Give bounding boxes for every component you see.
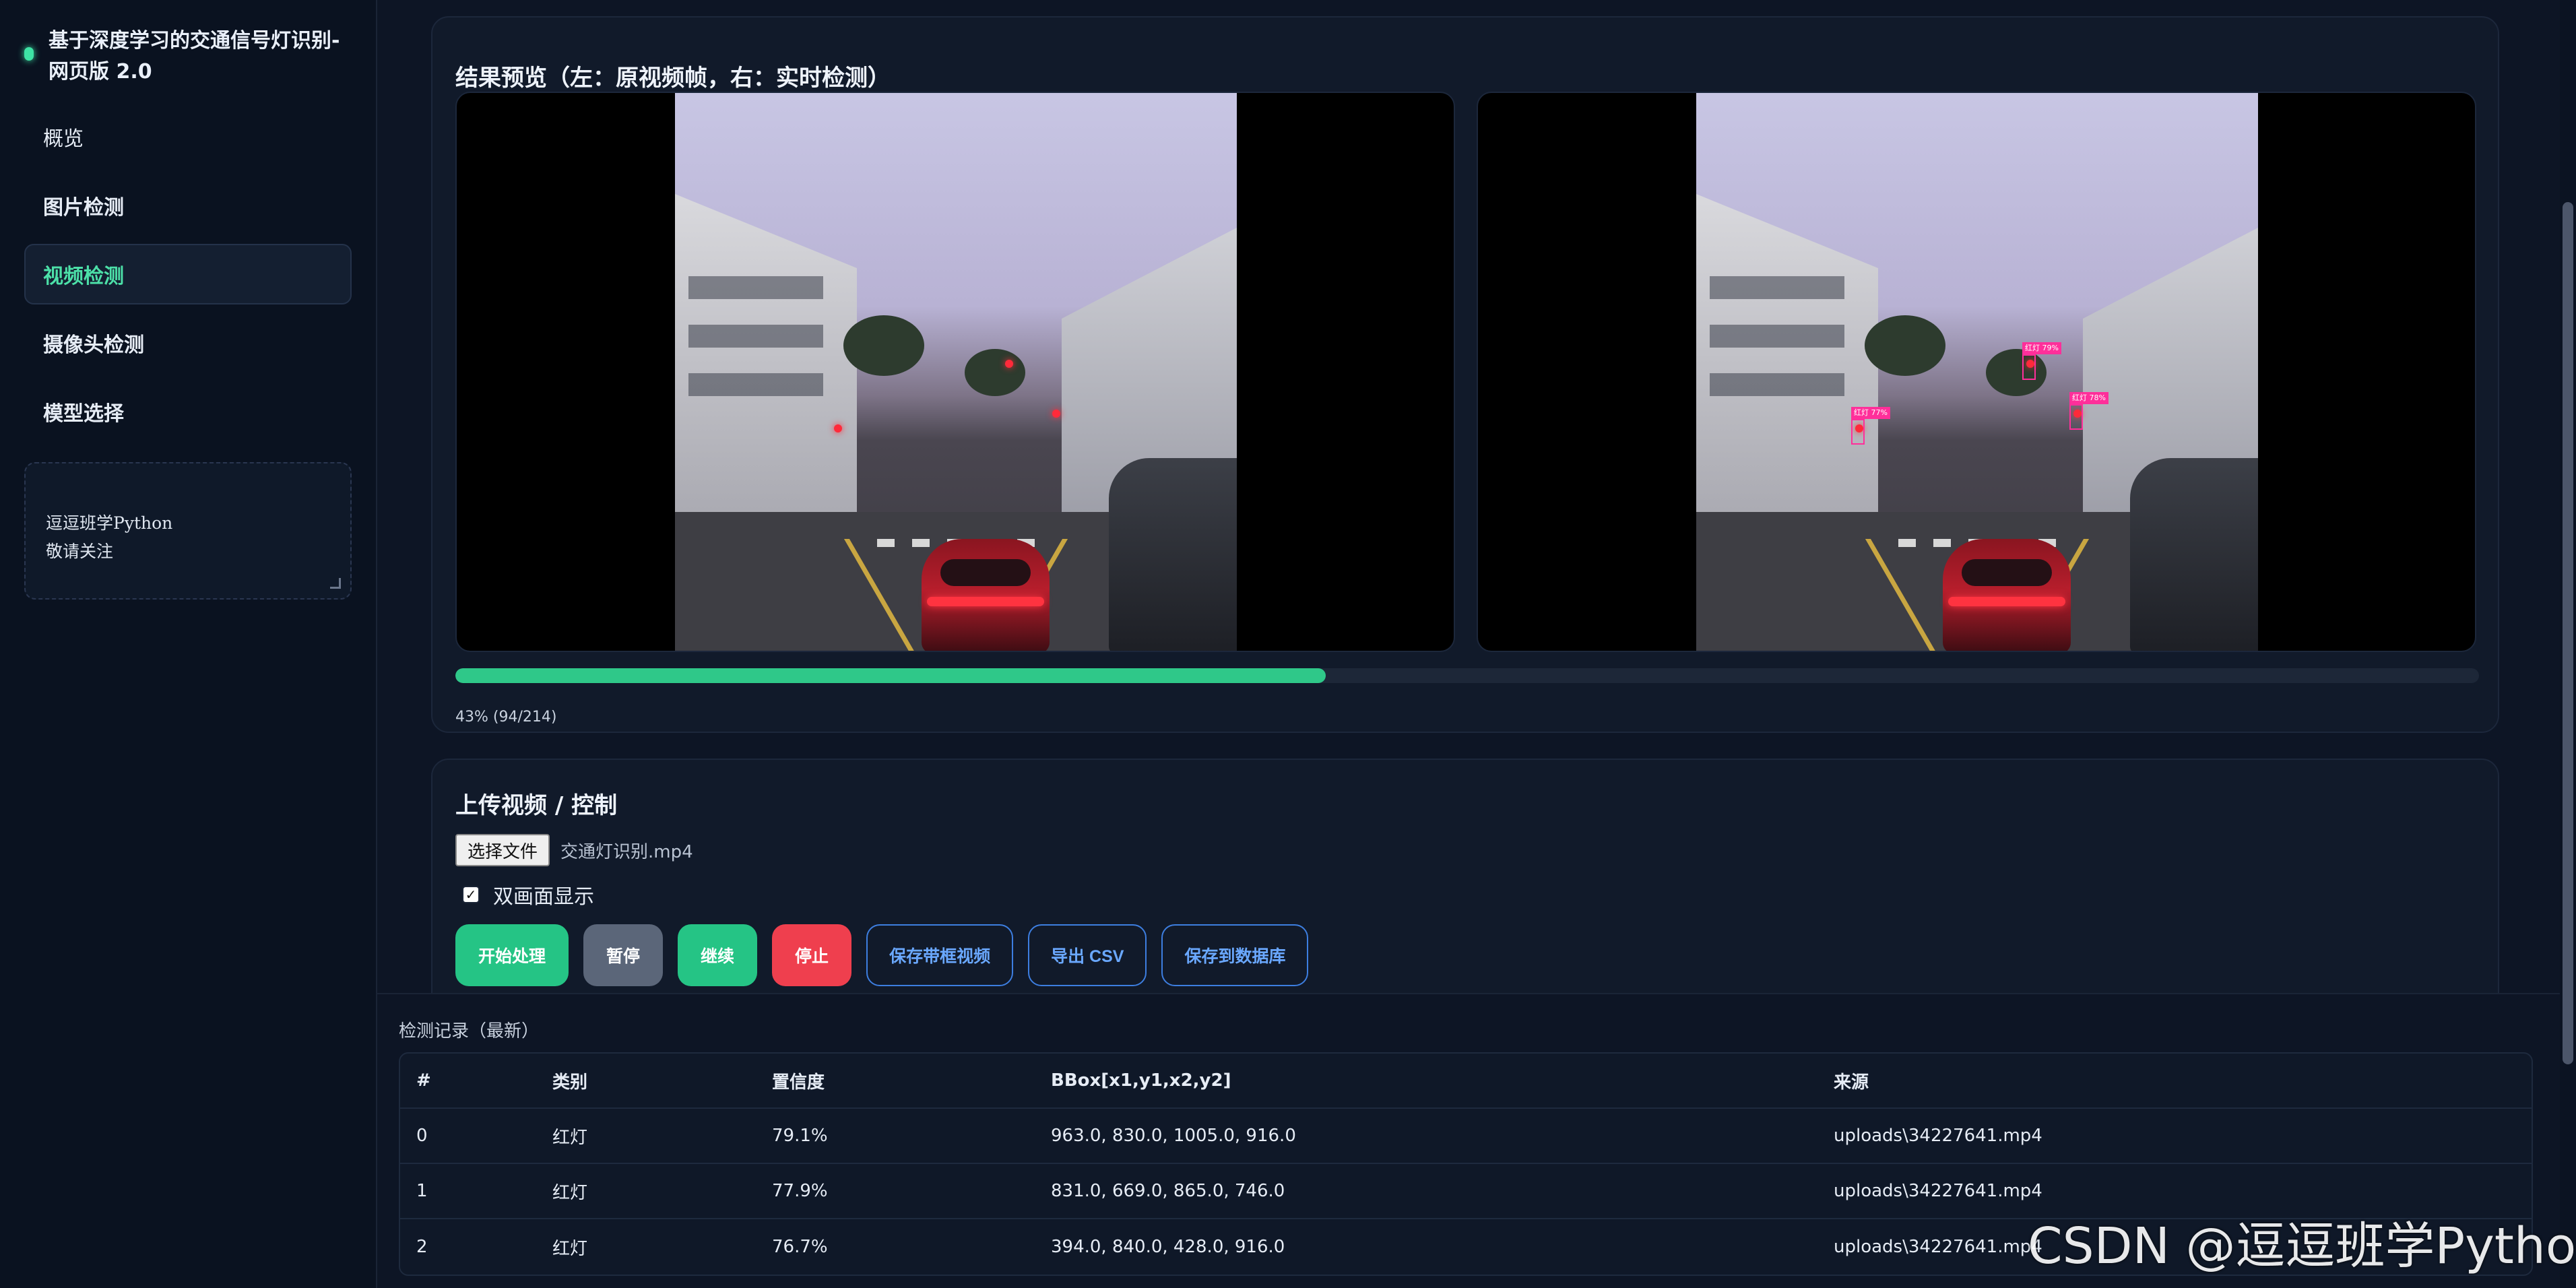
detection-video-view: 红灯 79% 红灯 78% 红灯 77% [1477, 92, 2476, 652]
cell-source: uploads\34227641.mp4 [1834, 1181, 2042, 1201]
start-button[interactable]: 开始处理 [455, 924, 569, 986]
save-database-button[interactable]: 保存到数据库 [1161, 924, 1309, 986]
detection-box: 红灯 77% [1851, 407, 1890, 445]
sidebar-item-camera-detection[interactable]: 摄像头检测 [24, 313, 352, 373]
watermark: CSDN @逗逗班学Python [2028, 1217, 2576, 1275]
pause-button[interactable]: 暂停 [583, 924, 664, 986]
preview-panel: 结果预览（左：原视频帧，右：实时检测） 红灯 79% 红灯 78% 红灯 77%… [431, 16, 2499, 733]
stop-button[interactable]: 停止 [772, 924, 852, 986]
cell-class: 红灯 [552, 1238, 588, 1259]
scene-car [922, 539, 1050, 651]
sidebar-nav: 概览 图片检测 视频检测 摄像头检测 模型选择 [24, 106, 352, 450]
cell-confidence: 77.9% [772, 1181, 828, 1201]
detection-label: 红灯 78% [2069, 392, 2108, 404]
column-header: 置信度 [772, 1072, 825, 1093]
column-header: 来源 [1834, 1072, 1869, 1093]
video-frame [675, 93, 1237, 651]
scene-car [2130, 458, 2258, 651]
scene-tree [843, 315, 924, 376]
dual-view-checkbox[interactable]: ✓ [462, 886, 480, 903]
detection-box: 红灯 78% [2069, 392, 2108, 430]
detection-box: 红灯 79% [2022, 342, 2061, 380]
scene-building [1696, 194, 1878, 531]
upload-control-panel: 上传视频 / 控制 选择文件 交通灯识别.mp4 ✓ 双画面显示 开始处理 暂停… [431, 759, 2499, 1001]
cell-index: 1 [416, 1181, 428, 1201]
control-buttons: 开始处理 暂停 继续 停止 保存带框视频 导出 CSV 保存到数据库 [455, 924, 1323, 986]
column-header: BBox[x1,y1,x2,y2] [1051, 1070, 1231, 1091]
dual-view-toggle[interactable]: ✓ 双画面显示 [462, 880, 594, 909]
traffic-light-icon [834, 424, 842, 432]
cell-class: 红灯 [552, 1127, 588, 1148]
detection-label: 红灯 77% [1851, 407, 1890, 419]
cell-index: 0 [416, 1126, 428, 1146]
table-header: # 类别 置信度 BBox[x1,y1,x2,y2] 来源 [400, 1054, 2532, 1109]
table-row: 0 红灯 79.1% 963.0, 830.0, 1005.0, 916.0 u… [400, 1109, 2532, 1164]
cell-source: uploads\34227641.mp4 [1834, 1126, 2042, 1146]
cell-index: 2 [416, 1237, 428, 1257]
cell-class: 红灯 [552, 1182, 588, 1203]
resume-button[interactable]: 继续 [678, 924, 758, 986]
cell-bbox: 831.0, 669.0, 865.0, 746.0 [1051, 1181, 1285, 1201]
traffic-light-icon [1005, 360, 1013, 368]
sidebar: 基于深度学习的交通信号灯识别-网页版 2.0 概览 图片检测 视频检测 摄像头检… [0, 0, 377, 1288]
sidebar-item-model-selection[interactable]: 模型选择 [24, 381, 352, 442]
note-textarea[interactable]: 逗逗班学Python 敬请关注 [24, 462, 352, 600]
video-frame: 红灯 79% 红灯 78% 红灯 77% [1696, 93, 2258, 651]
progress-bar [455, 668, 2479, 683]
cell-confidence: 76.7% [772, 1237, 828, 1257]
original-video-view [455, 92, 1455, 652]
resize-handle-icon[interactable] [330, 578, 341, 589]
sidebar-item-overview[interactable]: 概览 [24, 106, 352, 167]
cell-bbox: 963.0, 830.0, 1005.0, 916.0 [1051, 1126, 1296, 1146]
scene-tree [1865, 315, 1945, 376]
preview-title: 结果预览（左：原视频帧，右：实时检测） [455, 65, 891, 92]
progress-fill [455, 668, 1326, 683]
upload-title: 上传视频 / 控制 [455, 792, 618, 819]
scene-car [1943, 539, 2071, 651]
page-scrollbar[interactable] [2560, 0, 2576, 1288]
file-picker: 选择文件 交通灯识别.mp4 [455, 834, 693, 866]
column-header: # [416, 1070, 431, 1091]
cell-bbox: 394.0, 840.0, 428.0, 916.0 [1051, 1237, 1285, 1257]
app-title: 基于深度学习的交通信号灯识别-网页版 2.0 [49, 29, 340, 84]
sidebar-item-image-detection[interactable]: 图片检测 [24, 175, 352, 236]
scene-tree [965, 349, 1025, 396]
scroll-thumb[interactable] [2563, 202, 2573, 1064]
choose-file-button[interactable]: 选择文件 [455, 834, 550, 866]
column-header: 类别 [552, 1072, 588, 1093]
dual-view-label: 双画面显示 [493, 885, 594, 909]
records-title: 检测记录（最新） [399, 1021, 540, 1041]
traffic-light-icon [1052, 410, 1060, 418]
progress-text: 43% (94/214) [455, 709, 557, 726]
status-dot-icon [24, 47, 34, 61]
detection-label: 红灯 79% [2022, 342, 2061, 354]
brand: 基于深度学习的交通信号灯识别-网页版 2.0 [24, 26, 348, 88]
scene-building [675, 194, 857, 531]
scene-tree [1986, 349, 2047, 396]
cell-confidence: 79.1% [772, 1126, 828, 1146]
export-csv-button[interactable]: 导出 CSV [1028, 924, 1147, 986]
note-text: 逗逗班学Python 敬请关注 [46, 513, 173, 561]
save-video-button[interactable]: 保存带框视频 [866, 924, 1014, 986]
sidebar-item-video-detection[interactable]: 视频检测 [24, 244, 352, 304]
scene-car [1109, 458, 1237, 651]
selected-file-name: 交通灯识别.mp4 [560, 841, 693, 862]
